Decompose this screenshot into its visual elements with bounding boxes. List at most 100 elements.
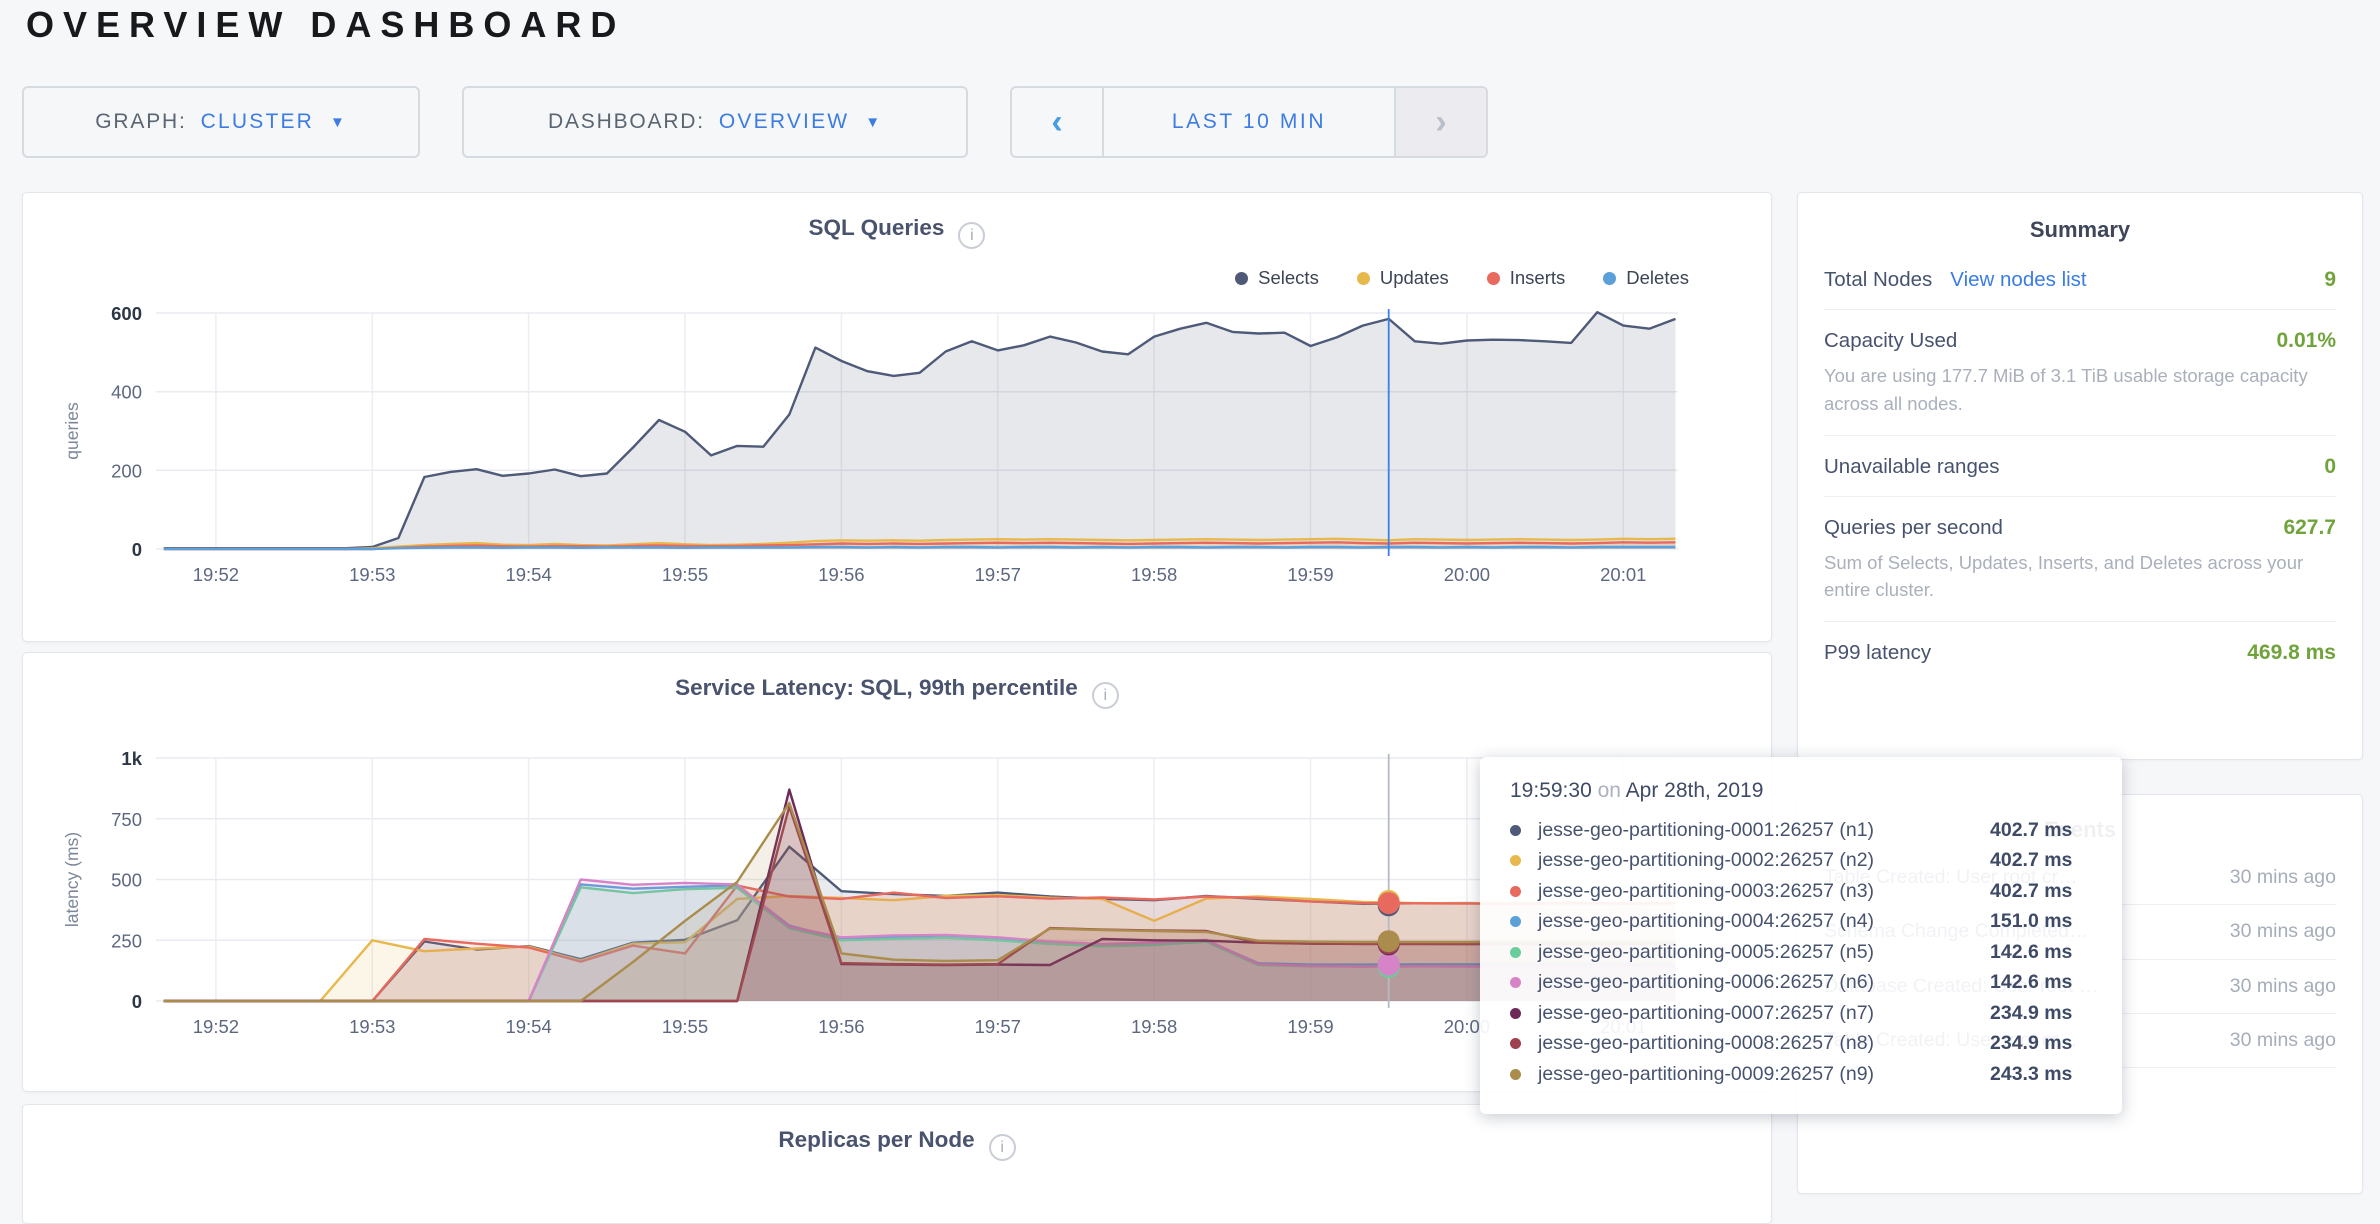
svg-text:0: 0: [132, 539, 142, 560]
tooltip-node-value: 402.7 ms: [1990, 819, 2072, 842]
time-window-selector: ‹ LAST 10 MIN ›: [1010, 86, 1488, 158]
dashboard-dropdown-value: OVERVIEW: [719, 110, 849, 134]
dashboard-controls: GRAPH: CLUSTER ▼ DASHBOARD: OVERVIEW ▼ ‹…: [22, 86, 1488, 158]
summary-row-unavailable: Unavailable ranges 0: [1824, 436, 2336, 497]
svg-text:19:54: 19:54: [505, 564, 551, 585]
tooltip-node-value: 234.9 ms: [1990, 1032, 2072, 1055]
qps-desc: Sum of Selects, Updates, Inserts, and De…: [1824, 549, 2336, 605]
svg-text:19:58: 19:58: [1131, 1016, 1177, 1037]
chevron-right-icon: ›: [1435, 103, 1446, 142]
node-dot-icon: [1510, 1008, 1521, 1019]
sql-queries-card: SQL Queries Selects Updates Inserts Dele…: [22, 192, 1772, 642]
summary-row-p99: P99 latency 469.8 ms: [1824, 622, 2336, 682]
tooltip-row: jesse-geo-partitioning-0005:26257 (n5)14…: [1510, 937, 2092, 968]
svg-text:250: 250: [111, 930, 142, 951]
tooltip-node-value: 234.9 ms: [1990, 1002, 2072, 1025]
tooltip-row: jesse-geo-partitioning-0009:26257 (n9)24…: [1510, 1059, 2092, 1090]
event-time: 30 mins ago: [2216, 863, 2336, 892]
node-dot-icon: [1510, 1038, 1521, 1049]
svg-text:19:58: 19:58: [1131, 564, 1177, 585]
svg-text:19:52: 19:52: [193, 1016, 239, 1037]
tooltip-rows: jesse-geo-partitioning-0001:26257 (n1)40…: [1510, 815, 2092, 1090]
tooltip-node-name: jesse-geo-partitioning-0006:26257 (n6): [1538, 971, 1990, 994]
svg-text:500: 500: [111, 870, 142, 891]
total-nodes-label: Total Nodes: [1824, 268, 1932, 292]
svg-text:19:59: 19:59: [1287, 1016, 1333, 1037]
svg-text:0: 0: [132, 991, 142, 1012]
tooltip-node-name: jesse-geo-partitioning-0002:26257 (n2): [1538, 849, 1990, 872]
info-icon[interactable]: [989, 1134, 1016, 1161]
tooltip-time: 19:59:30: [1510, 779, 1592, 802]
tooltip-node-name: jesse-geo-partitioning-0009:26257 (n9): [1538, 1063, 1990, 1086]
event-time: 30 mins ago: [2216, 972, 2336, 1001]
tooltip-node-name: jesse-geo-partitioning-0004:26257 (n4): [1538, 910, 1990, 933]
node-dot-icon: [1510, 855, 1521, 866]
tooltip-row: jesse-geo-partitioning-0002:26257 (n2)40…: [1510, 846, 2092, 877]
svg-text:19:56: 19:56: [818, 564, 864, 585]
tooltip-node-name: jesse-geo-partitioning-0008:26257 (n8): [1538, 1032, 1990, 1055]
tooltip-header: 19:59:30 on Apr 28th, 2019: [1510, 779, 2092, 803]
svg-text:19:53: 19:53: [349, 564, 395, 585]
capacity-used-value: 0.01%: [2276, 329, 2336, 353]
tooltip-node-name: jesse-geo-partitioning-0001:26257 (n1): [1538, 819, 1990, 842]
svg-text:19:53: 19:53: [349, 1016, 395, 1037]
time-window-label[interactable]: LAST 10 MIN: [1104, 88, 1394, 156]
time-prev-button[interactable]: ‹: [1012, 88, 1104, 156]
view-nodes-list-link[interactable]: View nodes list: [1950, 268, 2086, 292]
tooltip-node-value: 243.3 ms: [1990, 1063, 2072, 1086]
svg-text:19:57: 19:57: [975, 1016, 1021, 1037]
graph-dropdown[interactable]: GRAPH: CLUSTER ▼: [22, 86, 420, 158]
dashboard-dropdown-label: DASHBOARD:: [548, 110, 705, 134]
graph-dropdown-label: GRAPH:: [95, 110, 186, 134]
svg-text:200: 200: [111, 460, 142, 481]
tooltip-node-value: 142.6 ms: [1990, 971, 2072, 994]
chevron-down-icon: ▼: [330, 114, 347, 131]
node-dot-icon: [1510, 886, 1521, 897]
chevron-left-icon: ‹: [1051, 103, 1062, 142]
event-time: 30 mins ago: [2216, 1026, 2336, 1055]
sql-queries-chart[interactable]: 19:5219:5319:5419:5519:5619:5719:5819:59…: [23, 193, 1773, 613]
tooltip-date: Apr 28th, 2019: [1626, 779, 1764, 802]
svg-text:19:55: 19:55: [662, 564, 708, 585]
svg-text:600: 600: [111, 303, 142, 324]
svg-text:19:54: 19:54: [505, 1016, 551, 1037]
svg-text:1k: 1k: [121, 748, 142, 769]
tooltip-row: jesse-geo-partitioning-0004:26257 (n4)15…: [1510, 907, 2092, 938]
tooltip-node-value: 142.6 ms: [1990, 941, 2072, 964]
qps-value: 627.7: [2283, 516, 2336, 540]
total-nodes-value: 9: [2324, 268, 2336, 292]
tooltip-node-value: 402.7 ms: [1990, 849, 2072, 872]
svg-text:latency (ms): latency (ms): [62, 832, 82, 927]
node-dot-icon: [1510, 1069, 1521, 1080]
summary-heading: Summary: [1824, 193, 2336, 249]
svg-text:20:01: 20:01: [1600, 564, 1646, 585]
capacity-used-label: Capacity Used: [1824, 329, 1957, 353]
replicas-per-node-title: Replicas per Node: [23, 1127, 1771, 1161]
summary-row-capacity: Capacity Used 0.01% You are using 177.7 …: [1824, 310, 2336, 436]
tooltip-node-name: jesse-geo-partitioning-0007:26257 (n7): [1538, 1002, 1990, 1025]
tooltip-row: jesse-geo-partitioning-0007:26257 (n7)23…: [1510, 998, 2092, 1029]
summary-row-total-nodes: Total Nodes View nodes list 9: [1824, 249, 2336, 310]
svg-text:19:59: 19:59: [1287, 564, 1333, 585]
tooltip-node-value: 151.0 ms: [1990, 910, 2072, 933]
time-next-button[interactable]: ›: [1394, 88, 1486, 156]
p99-latency-value: 469.8 ms: [2247, 641, 2336, 665]
dashboard-dropdown[interactable]: DASHBOARD: OVERVIEW ▼: [462, 86, 968, 158]
tooltip-on: on: [1598, 779, 1621, 802]
qps-label: Queries per second: [1824, 516, 2003, 540]
svg-text:queries: queries: [62, 402, 82, 460]
tooltip-row: jesse-geo-partitioning-0001:26257 (n1)40…: [1510, 815, 2092, 846]
node-dot-icon: [1510, 947, 1521, 958]
chevron-down-icon: ▼: [865, 114, 882, 131]
summary-row-qps: Queries per second 627.7 Sum of Selects,…: [1824, 497, 2336, 623]
summary-panel: Summary Total Nodes View nodes list 9 Ca…: [1797, 192, 2363, 760]
tooltip-node-name: jesse-geo-partitioning-0003:26257 (n3): [1538, 880, 1990, 903]
capacity-used-desc: You are using 177.7 MiB of 3.1 TiB usabl…: [1824, 362, 2336, 418]
p99-latency-label: P99 latency: [1824, 641, 1931, 665]
tooltip-row: jesse-geo-partitioning-0003:26257 (n3)40…: [1510, 876, 2092, 907]
node-dot-icon: [1510, 977, 1521, 988]
tooltip-row: jesse-geo-partitioning-0008:26257 (n8)23…: [1510, 1029, 2092, 1060]
unavailable-ranges-label: Unavailable ranges: [1824, 455, 2000, 479]
page-title: OVERVIEW DASHBOARD: [26, 4, 625, 46]
tooltip-row: jesse-geo-partitioning-0006:26257 (n6)14…: [1510, 968, 2092, 999]
